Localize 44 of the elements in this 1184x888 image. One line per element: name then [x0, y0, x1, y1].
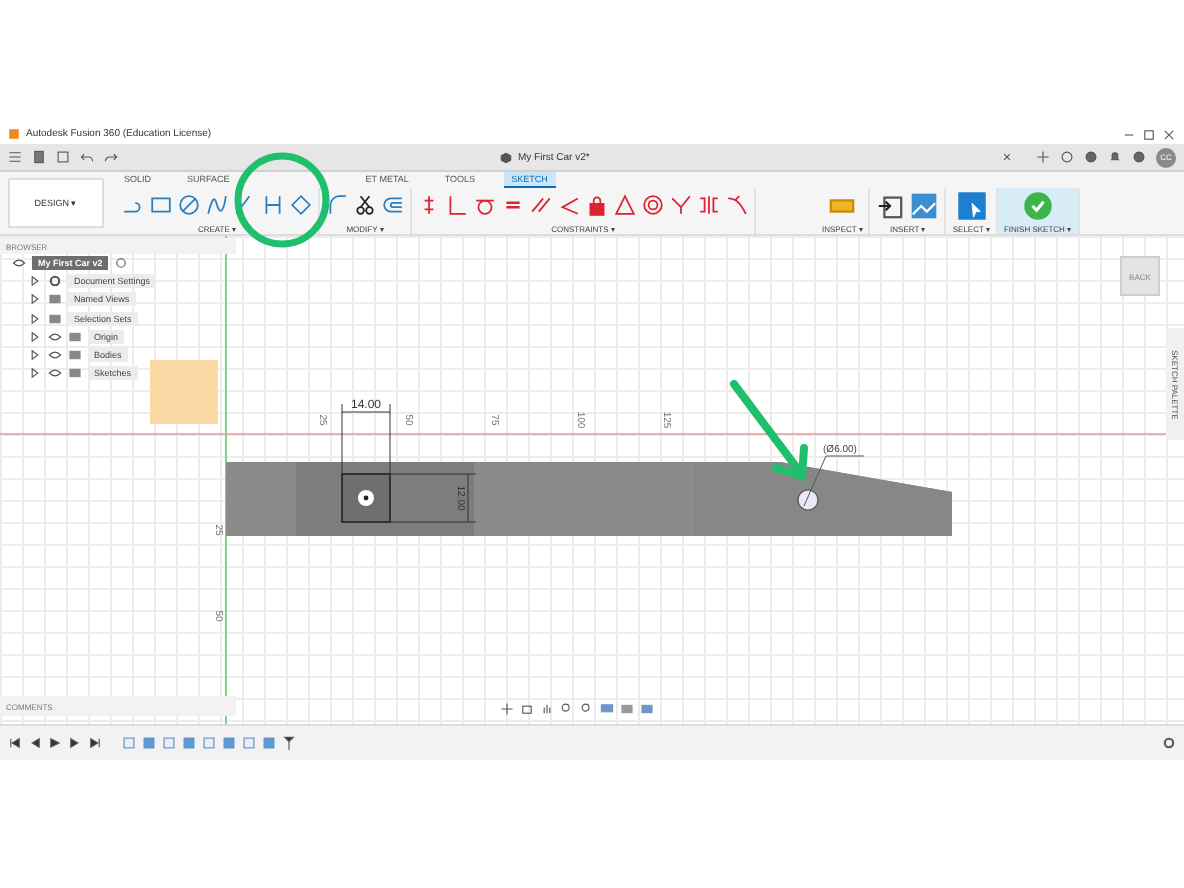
insert-icon[interactable]	[876, 191, 905, 219]
eye-icon[interactable]	[12, 256, 26, 271]
offset-icon[interactable]	[382, 194, 404, 216]
scissors-icon[interactable]	[354, 194, 376, 216]
concentric-icon[interactable]	[642, 194, 664, 216]
file-icon[interactable]	[32, 150, 46, 164]
bell-icon[interactable]	[1108, 150, 1122, 164]
polygon-icon[interactable]	[290, 194, 312, 216]
rectangle-icon[interactable]	[150, 194, 172, 216]
parallel-icon[interactable]	[530, 194, 552, 216]
square-hole-drawing	[341, 473, 391, 523]
close-icon[interactable]	[1000, 150, 1014, 164]
check-icon[interactable]	[1023, 191, 1052, 219]
orbit-icon[interactable]	[500, 702, 514, 716]
circle-icon[interactable]	[178, 194, 200, 216]
skip-start-icon[interactable]	[8, 736, 22, 750]
cursor-icon[interactable]	[957, 191, 986, 219]
perpendicular-icon[interactable]	[446, 194, 468, 216]
timeline-marker-icon[interactable]	[282, 736, 296, 750]
highlight-circle	[234, 152, 330, 248]
close-icon[interactable]	[1162, 127, 1176, 141]
curvature-icon[interactable]	[726, 194, 748, 216]
redo-icon[interactable]	[104, 150, 118, 164]
cube-icon	[500, 151, 512, 163]
angle-icon[interactable]	[558, 194, 580, 216]
slot-icon[interactable]	[262, 194, 284, 216]
restore-icon[interactable]	[1142, 127, 1156, 141]
pointer-arrow	[730, 380, 808, 482]
step-back-icon[interactable]	[28, 736, 42, 750]
circle-hole	[797, 489, 819, 511]
add-icon[interactable]	[1036, 150, 1050, 164]
play-icon[interactable]	[48, 736, 62, 750]
construction-plane	[150, 360, 218, 424]
tangent-icon[interactable]	[474, 194, 496, 216]
triangle-icon[interactable]	[614, 194, 636, 216]
leader-line	[803, 455, 865, 507]
symmetry-icon[interactable]	[698, 194, 720, 216]
step-forward-icon[interactable]	[68, 736, 82, 750]
fillet-icon[interactable]	[326, 194, 348, 216]
lock-icon[interactable]	[586, 194, 608, 216]
app-logo-icon	[8, 128, 20, 140]
undo-icon[interactable]	[80, 150, 94, 164]
spline-icon[interactable]	[206, 194, 228, 216]
skip-end-icon[interactable]	[88, 736, 102, 750]
